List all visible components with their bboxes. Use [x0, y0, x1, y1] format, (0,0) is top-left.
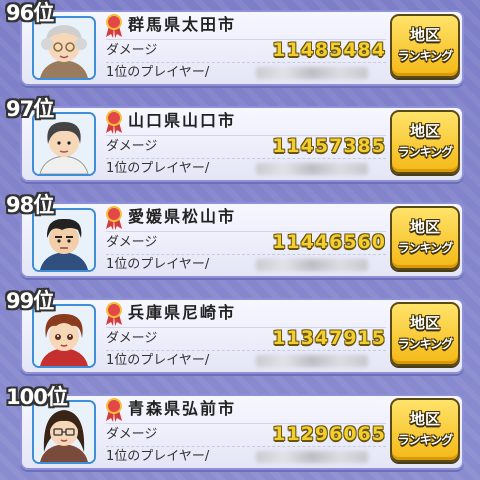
damage-label: ダメージ: [106, 43, 158, 58]
region-ranking-button[interactable]: 地区 ランキング: [390, 206, 460, 270]
top-player-label: 1位のプレイヤー/: [106, 161, 210, 176]
damage-value: 11347915: [272, 327, 386, 349]
button-label-line2: ランキング: [397, 145, 454, 159]
top-player-label: 1位のプレイヤー/: [106, 353, 210, 368]
top-player-label: 1位のプレイヤー/: [106, 449, 210, 464]
top-player-label: 1位のプレイヤー/: [106, 65, 210, 80]
damage-value: 11457385: [272, 135, 386, 157]
damage-line: ダメージ 11457385: [106, 135, 386, 159]
rank-label: 97位: [6, 97, 54, 121]
damage-value: 11446560: [272, 231, 386, 253]
damage-label: ダメージ: [106, 427, 158, 442]
ribbon-medal-icon: [106, 14, 122, 38]
region-ranking-button[interactable]: 地区 ランキング: [390, 110, 460, 174]
ranking-row: 96位 群馬県太田市 ダメージ 11485484 1位のプレイヤー/ 地区 ラン…: [6, 0, 466, 86]
blurred-player-name: [256, 163, 368, 175]
button-label-line2: ランキング: [397, 337, 454, 351]
region-name: 兵庫県尼崎市: [128, 303, 237, 322]
damage-value: 11485484: [272, 39, 386, 61]
region-name: 群馬県太田市: [128, 15, 237, 34]
rank-label: 99位: [6, 289, 54, 313]
top-player-line: 1位のプレイヤー/: [106, 62, 386, 84]
blurred-player-name: [256, 259, 368, 271]
button-label-line1: 地区: [409, 26, 440, 44]
button-label-line2: ランキング: [397, 433, 454, 447]
damage-label: ダメージ: [106, 139, 158, 154]
top-player-line: 1位のプレイヤー/: [106, 350, 386, 372]
button-label-line1: 地区: [409, 314, 440, 332]
region-ranking-button[interactable]: 地区 ランキング: [390, 398, 460, 462]
top-player-line: 1位のプレイヤー/: [106, 254, 386, 276]
button-label-line1: 地区: [409, 410, 440, 428]
damage-label: ダメージ: [106, 235, 158, 250]
ribbon-medal-icon: [106, 398, 122, 422]
damage-line: ダメージ 11485484: [106, 39, 386, 63]
top-player-line: 1位のプレイヤー/: [106, 446, 386, 468]
region-ranking-button[interactable]: 地区 ランキング: [390, 302, 460, 366]
top-player-line: 1位のプレイヤー/: [106, 158, 386, 180]
rank-label: 100位: [6, 385, 68, 409]
ranking-row: 97位 山口県山口市 ダメージ 11457385 1位のプレイヤー/ 地区 ラン…: [6, 96, 466, 182]
top-player-label: 1位のプレイヤー/: [106, 257, 210, 272]
damage-line: ダメージ 11446560: [106, 231, 386, 255]
region-ranking-button[interactable]: 地区 ランキング: [390, 14, 460, 78]
button-label-line2: ランキング: [397, 241, 454, 255]
rank-label: 96位: [6, 1, 54, 25]
rank-label: 98位: [6, 193, 54, 217]
button-label-line2: ランキング: [397, 49, 454, 63]
ranking-row: 98位 愛媛県松山市 ダメージ 11446560 1位のプレイヤー/ 地区 ラン…: [6, 192, 466, 278]
region-name: 愛媛県松山市: [128, 207, 237, 226]
button-label-line1: 地区: [409, 218, 440, 236]
damage-value: 11296065: [272, 423, 386, 445]
blurred-player-name: [256, 451, 368, 463]
ribbon-medal-icon: [106, 302, 122, 326]
ribbon-medal-icon: [106, 110, 122, 134]
damage-line: ダメージ 11296065: [106, 423, 386, 447]
button-label-line1: 地区: [409, 122, 440, 140]
ranking-row: 100位 青森県弘前市 ダメージ 11296065 1位のプレイヤー/ 地区 ラ…: [6, 384, 466, 470]
region-name: 山口県山口市: [128, 111, 237, 130]
blurred-player-name: [256, 355, 368, 367]
damage-label: ダメージ: [106, 331, 158, 346]
ranking-row: 99位 兵庫県尼崎市 ダメージ 11347915 1位のプレイヤー/ 地区 ラン…: [6, 288, 466, 374]
region-name: 青森県弘前市: [128, 399, 237, 418]
ribbon-medal-icon: [106, 206, 122, 230]
blurred-player-name: [256, 67, 368, 79]
damage-line: ダメージ 11347915: [106, 327, 386, 351]
